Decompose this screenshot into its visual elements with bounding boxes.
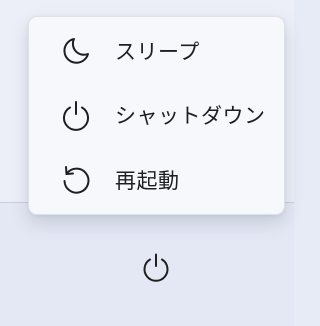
- moon-icon: [59, 34, 93, 68]
- power-icon: [59, 98, 93, 132]
- restart-label: 再起動: [115, 169, 180, 193]
- shutdown-menu-item[interactable]: シャットダウン: [33, 85, 280, 145]
- sleep-menu-item[interactable]: スリープ: [33, 21, 280, 81]
- sleep-label: スリープ: [115, 40, 200, 64]
- power-button[interactable]: [137, 248, 175, 286]
- shutdown-label: シャットダウン: [115, 104, 266, 128]
- power-menu: スリープ シャットダウン 再起動: [28, 16, 285, 215]
- restart-icon: [59, 163, 93, 197]
- restart-menu-item[interactable]: 再起動: [33, 150, 280, 210]
- power-icon: [140, 251, 172, 283]
